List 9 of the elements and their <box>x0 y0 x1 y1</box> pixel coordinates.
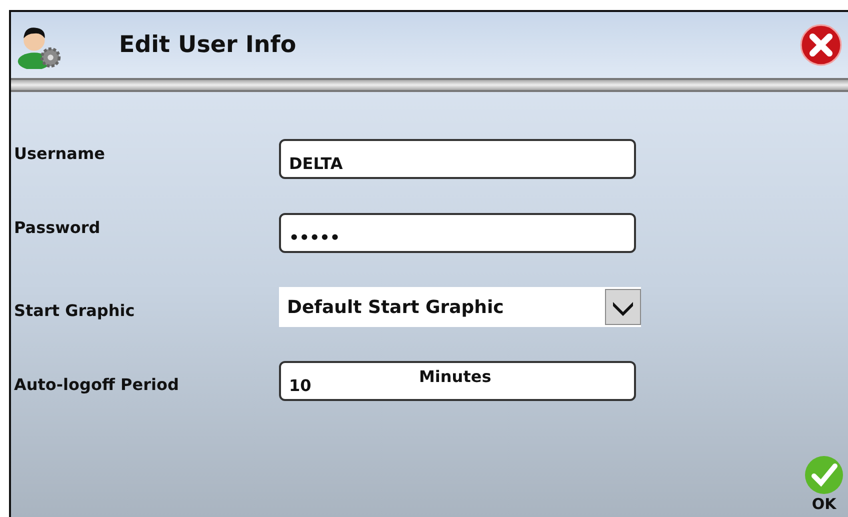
field-label: Start Graphic <box>13 300 136 320</box>
close-icon[interactable] <box>800 24 842 66</box>
field-label: Username <box>13 143 106 163</box>
text-field[interactable]: DELTA <box>279 139 636 179</box>
field-label: Auto-logoff Period <box>13 374 180 394</box>
field-label: Password <box>13 217 102 237</box>
window-title: Edit User Info <box>119 32 298 58</box>
duration-field[interactable]: 10 Minutes <box>279 361 636 401</box>
password-field[interactable]: ••••• <box>279 213 636 253</box>
